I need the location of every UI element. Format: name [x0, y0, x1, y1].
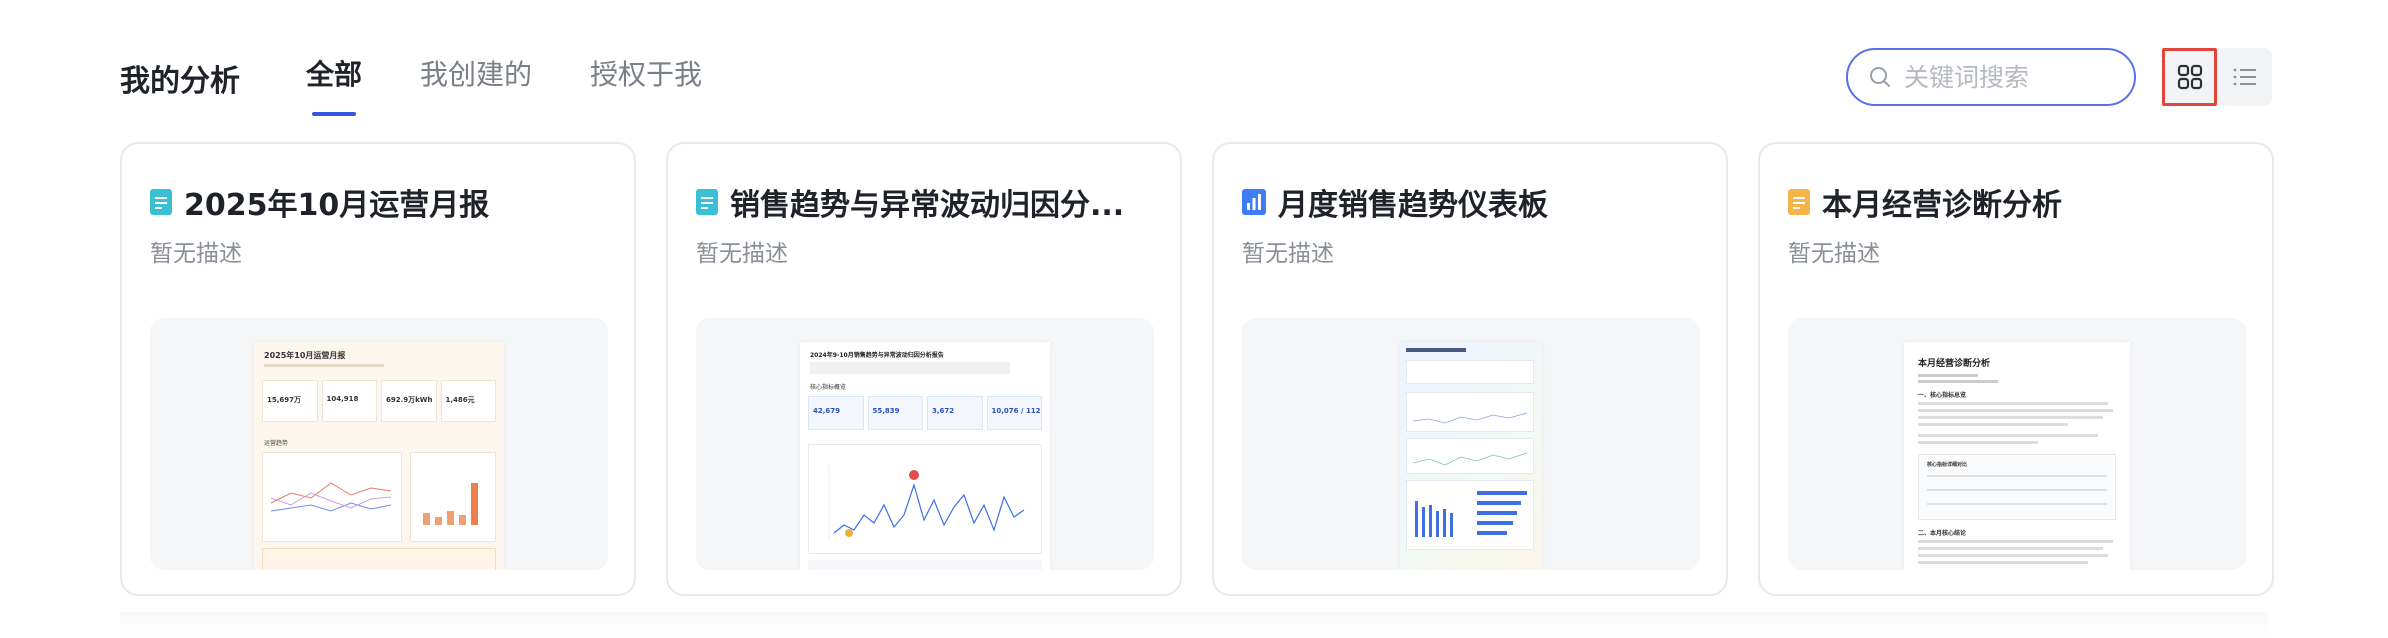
card-description: 暂无描述	[696, 241, 788, 267]
analysis-card[interactable]: 本月经营诊断分析 暂无描述 本月经营诊断分析 一、核心指标总览 核心指标详细对比	[1758, 142, 2274, 596]
page-title: 我的分析	[120, 64, 240, 99]
preview-stat: 55,839	[872, 407, 900, 415]
preview-section: 二、本月核心结论	[1918, 530, 1967, 537]
preview-heading: 2024年9-10月销售趋势与异常波动归因分析报告	[810, 352, 944, 359]
document-icon	[150, 189, 172, 215]
tab-created-by-me[interactable]: 我创建的	[420, 56, 532, 94]
card-title: 月度销售趋势仪表板	[1278, 188, 1548, 223]
preview-line-chart	[1412, 412, 1528, 424]
card-description: 暂无描述	[1788, 241, 1880, 267]
search-icon	[1870, 67, 1890, 87]
card-preview: 2025年10月运营月报 15,697万 104,918 692.9万kWh 1…	[150, 318, 608, 570]
preview-document: 2024年9-10月销售趋势与异常波动归因分析报告 核心指标概览 42,679 …	[800, 342, 1050, 570]
card-description: 暂无描述	[150, 241, 242, 267]
preview-section: 核心指标概览	[810, 384, 847, 391]
card-preview: 2024年9-10月销售趋势与异常波动归因分析报告 核心指标概览 42,679 …	[696, 318, 1154, 570]
preview-dashboard	[1400, 342, 1542, 570]
card-title: 销售趋势与异常波动归因分...	[730, 188, 1125, 223]
preview-stat: 15,697万	[267, 396, 302, 404]
preview-document: 本月经营诊断分析 一、核心指标总览 核心指标详细对比 二、本月核心结论	[1904, 342, 2130, 570]
preview-line-chart	[270, 482, 392, 512]
preview-section: 一、核心指标总览	[1918, 392, 1967, 399]
preview-trend-chart	[828, 465, 1025, 540]
card-title: 2025年10月运营月报	[184, 188, 490, 223]
card-preview: 本月经营诊断分析 一、核心指标总览 核心指标详细对比 二、本月核心结论	[1788, 318, 2246, 570]
preview-heading: 2025年10月运营月报	[264, 351, 346, 360]
analysis-card[interactable]: 销售趋势与异常波动归因分... 暂无描述 2024年9-10月销售趋势与异常波动…	[666, 142, 1182, 596]
tab-shared-with-me[interactable]: 授权于我	[590, 56, 702, 94]
preview-stat: 104,918	[326, 395, 359, 403]
card-preview	[1242, 318, 1700, 570]
document-icon	[696, 189, 718, 215]
analysis-card[interactable]: 2025年10月运营月报 暂无描述 2025年10月运营月报 15,697万 1…	[120, 142, 636, 596]
list-view-button[interactable]	[2217, 48, 2272, 106]
preview-stat: 3,672	[932, 407, 955, 415]
tab-all[interactable]: 全部	[306, 56, 362, 116]
grid-view-button[interactable]	[2162, 48, 2217, 106]
analysis-card[interactable]: 月度销售趋势仪表板 暂无描述	[1212, 142, 1728, 596]
card-title: 本月经营诊断分析	[1822, 188, 2062, 223]
preview-document: 2025年10月运营月报 15,697万 104,918 692.9万kWh 1…	[254, 342, 504, 570]
preview-stat: 1,486元	[445, 396, 475, 404]
preview-stat: 10,076 / 112	[991, 407, 1041, 415]
card-description: 暂无描述	[1242, 241, 1334, 267]
preview-stat: 692.9万kWh	[386, 396, 433, 404]
preview-stat: 42,679	[813, 407, 841, 415]
preview-section: 运营趋势	[264, 440, 289, 447]
preview-table-title: 核心指标详细对比	[1927, 462, 1968, 468]
search-box[interactable]	[1846, 48, 2136, 106]
bar-chart-icon	[1242, 189, 1266, 215]
search-input[interactable]	[1904, 62, 2124, 92]
filter-tabs: 全部 我创建的 授权于我	[306, 56, 702, 116]
view-toggle	[2162, 48, 2272, 106]
preview-bar-chart	[423, 483, 478, 525]
preview-bar-chart	[1415, 491, 1527, 537]
preview-heading: 本月经营诊断分析	[1918, 359, 1991, 369]
document-icon	[1788, 189, 1810, 215]
list-view-icon	[2233, 68, 2256, 86]
grid-view-icon	[2177, 64, 2202, 90]
preview-line-chart	[1412, 452, 1528, 466]
analysis-card-list: 2025年10月运营月报 暂无描述 2025年10月运营月报 15,697万 1…	[120, 142, 2274, 596]
next-row-hint	[120, 612, 2268, 638]
